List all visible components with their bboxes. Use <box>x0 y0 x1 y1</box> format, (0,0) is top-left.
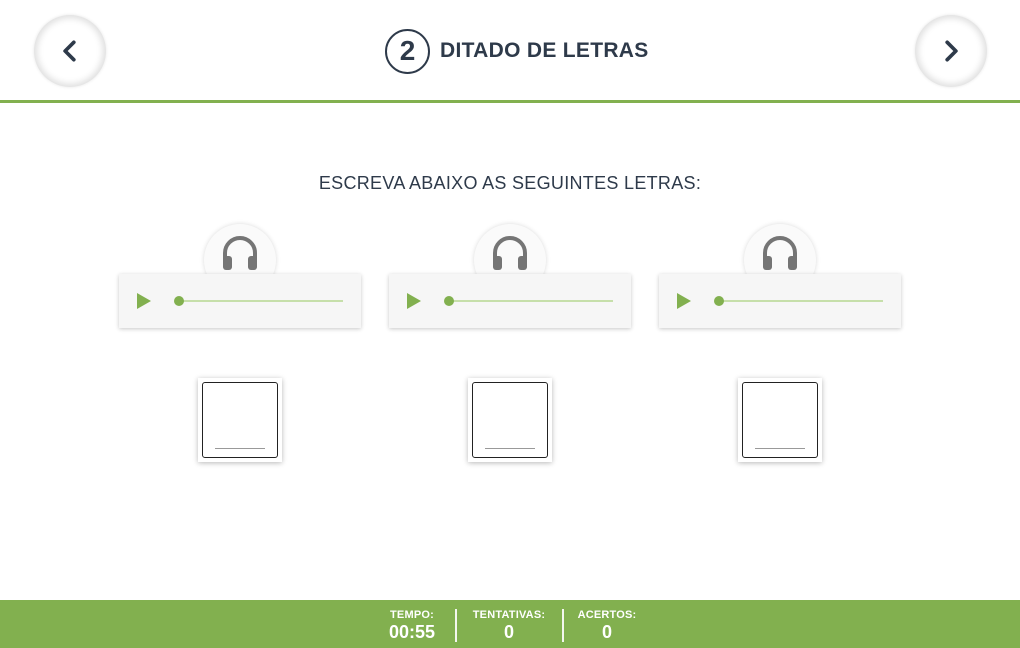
time-label: TEMPO: <box>390 609 434 621</box>
page-title: DITADO DE LETRAS <box>440 39 649 62</box>
play-icon <box>407 293 421 309</box>
previous-button[interactable] <box>34 15 106 87</box>
chevron-left-icon <box>63 40 76 62</box>
answer-box-1 <box>198 378 282 462</box>
hits-value: 0 <box>601 622 612 642</box>
page: 2 DITADO DE LETRAS ESCREVA ABAIXO AS SEG… <box>0 0 1020 648</box>
audio-progress-thumb[interactable] <box>714 296 724 306</box>
answer-frame <box>472 382 548 458</box>
play-icon <box>137 293 151 309</box>
answer-box-3 <box>738 378 822 462</box>
audio-progress-track[interactable] <box>174 296 343 306</box>
chevron-right-icon <box>945 40 958 62</box>
title-block: 2 DITADO DE LETRAS <box>385 28 649 74</box>
play-button[interactable] <box>675 292 693 310</box>
play-icon <box>677 293 691 309</box>
time-value: 00:55 <box>388 622 436 642</box>
play-button[interactable] <box>135 292 153 310</box>
audio-player <box>659 274 901 328</box>
headphones-icon <box>223 236 257 270</box>
answer-underline <box>755 448 805 449</box>
answer-underline <box>215 448 265 449</box>
header: 2 DITADO DE LETRAS <box>0 0 1020 103</box>
audio-item-1 <box>119 224 361 328</box>
time-stat: TEMPO: 00:55 <box>386 609 438 642</box>
hits-stat: ACERTOS: 0 <box>576 609 638 642</box>
audio-player <box>119 274 361 328</box>
headphones-icon <box>493 236 527 270</box>
audio-item-2 <box>389 224 631 328</box>
instruction-text: ESCREVA ABAIXO AS SEGUINTES LETRAS: <box>318 173 702 193</box>
audio-item-3 <box>659 224 901 328</box>
attempts-value: 0 <box>503 622 514 642</box>
status-footer: TEMPO: 00:55 TENTATIVAS: 0 ACERTOS: 0 <box>0 600 1020 648</box>
answer-frame <box>202 382 278 458</box>
footer-divider <box>562 609 564 642</box>
headphones-icon <box>763 236 797 270</box>
audio-progress-track[interactable] <box>714 296 883 306</box>
letter-input-1[interactable] <box>203 383 277 457</box>
letter-input-3[interactable] <box>743 383 817 457</box>
audio-progress-track[interactable] <box>444 296 613 306</box>
next-button[interactable] <box>915 15 987 87</box>
play-button[interactable] <box>405 292 423 310</box>
audio-progress-thumb[interactable] <box>444 296 454 306</box>
answer-frame <box>742 382 818 458</box>
attempts-label: TENTATIVAS: <box>472 609 546 621</box>
answer-underline <box>485 448 535 449</box>
attempts-stat: TENTATIVAS: 0 <box>470 609 548 642</box>
step-number-badge: 2 <box>385 28 430 74</box>
hits-label: ACERTOS: <box>577 609 637 621</box>
answer-box-2 <box>468 378 552 462</box>
audio-progress-thumb[interactable] <box>174 296 184 306</box>
letter-input-2[interactable] <box>473 383 547 457</box>
audio-player <box>389 274 631 328</box>
footer-divider <box>455 609 457 642</box>
